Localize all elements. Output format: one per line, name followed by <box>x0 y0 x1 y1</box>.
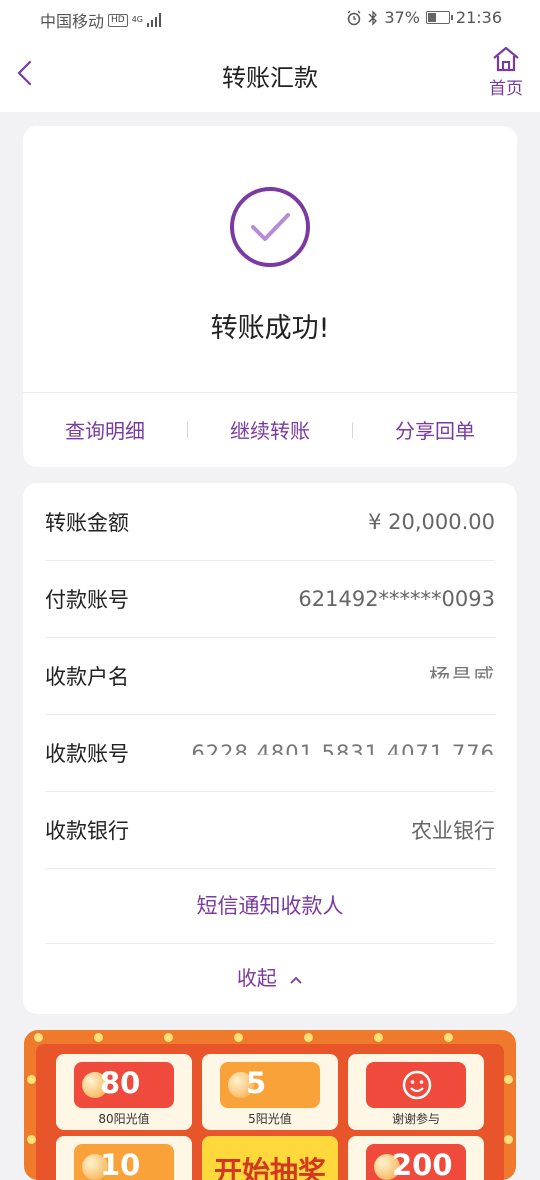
prize-tile: 200 <box>348 1136 484 1180</box>
lottery-panel: 80 80阳光值 5 5阳光值 谢谢参与 10 开始抽奖 200 <box>24 1030 516 1180</box>
decor-dot <box>304 1033 313 1042</box>
row-value: 农业银行 <box>411 818 495 843</box>
row-label: 付款账号 <box>45 587 129 612</box>
result-card: 转账成功! 查询明细 继续转账 分享回单 <box>23 126 517 467</box>
sms-notify-link[interactable]: 短信通知收款人 <box>23 868 517 945</box>
prize-label: 谢谢参与 <box>391 1112 440 1126</box>
detail-row-payee-bank: 收款银行 农业银行 <box>45 791 495 869</box>
prize-tile: 5 5阳光值 <box>202 1054 338 1130</box>
detail-row-amount: 转账金额 ¥ 20,000.00 <box>45 483 495 561</box>
home-icon <box>493 46 519 72</box>
detail-row-payee-name: 收款户名 杨昌威 <box>45 637 495 715</box>
collapse-button[interactable]: 收起 <box>23 943 517 1014</box>
decor-dot <box>234 1033 243 1042</box>
clock: 21:36 <box>455 8 502 27</box>
home-label: 首页 <box>489 79 523 99</box>
prize-label: 5阳光值 <box>248 1112 292 1126</box>
decor-dot <box>164 1033 173 1042</box>
prize-amount: 10 <box>100 1148 141 1180</box>
prize-ticket: 80 <box>74 1062 174 1108</box>
success-title: 转账成功! <box>210 313 330 344</box>
prize-ticket: 10 <box>74 1144 174 1180</box>
prize-amount: 200 <box>392 1148 453 1180</box>
bluetooth-icon <box>368 9 378 26</box>
row-label: 收款账号 <box>45 741 129 766</box>
detail-row-payer-account: 付款账号 621492******0093 <box>45 560 495 638</box>
battery-icon <box>425 11 453 24</box>
decor-dot <box>27 1075 36 1084</box>
row-label: 收款银行 <box>45 818 129 843</box>
carrier-name: 中国移动 <box>40 12 105 31</box>
status-right: 37% 21:36 <box>346 8 502 27</box>
chevron-up-icon <box>290 976 302 984</box>
page-title: 转账汇款 <box>222 64 318 92</box>
prize-amount: 80 <box>100 1066 141 1100</box>
row-value: 621492******0093 <box>298 586 495 611</box>
continue-transfer-button[interactable]: 继续转账 <box>188 415 352 444</box>
row-value: 杨昌威 <box>429 664 495 689</box>
home-button[interactable]: 首页 <box>486 46 526 99</box>
prize-ticket <box>366 1062 466 1108</box>
start-lottery-label: 开始抽奖 <box>213 1155 326 1180</box>
prize-tile: 80 80阳光值 <box>56 1054 192 1130</box>
network-type: 4G <box>131 15 144 24</box>
check-circle-icon <box>230 187 310 267</box>
hd-badge: HD <box>108 13 128 27</box>
collapse-label: 收起 <box>236 966 277 990</box>
prize-ticket: 200 <box>366 1144 466 1180</box>
details-card: 转账金额 ¥ 20,000.00 付款账号 621492******0093 收… <box>23 483 517 1014</box>
smiley-icon <box>402 1070 432 1100</box>
decor-dot <box>444 1033 453 1042</box>
decor-dot <box>374 1033 383 1042</box>
decor-dot <box>27 1135 36 1144</box>
prize-ticket: 5 <box>220 1062 320 1108</box>
status-left: 中国移动 HD 4G <box>40 8 163 32</box>
row-label: 收款户名 <box>45 664 129 689</box>
row-value: ¥ 20,000.00 <box>368 509 495 534</box>
prize-label: 80阳光值 <box>98 1112 150 1126</box>
nav-bar: 转账汇款 首页 <box>0 38 540 112</box>
query-details-button[interactable]: 查询明细 <box>23 415 187 444</box>
status-bar: 中国移动 HD 4G 37% 21:36 <box>0 0 540 38</box>
row-label: 转账金额 <box>45 510 129 535</box>
detail-row-payee-account: 收款账号 6228 4801 5831 4071 776 <box>45 714 495 792</box>
decor-dot <box>504 1135 513 1144</box>
prize-tile: 10 <box>56 1136 192 1180</box>
decor-dot <box>34 1033 43 1042</box>
lottery-board: 80 80阳光值 5 5阳光值 谢谢参与 10 开始抽奖 200 <box>36 1044 504 1180</box>
result-actions: 查询明细 继续转账 分享回单 <box>23 392 517 467</box>
start-lottery-button[interactable]: 开始抽奖 <box>202 1136 338 1180</box>
decor-dot <box>94 1033 103 1042</box>
prize-amount: 5 <box>246 1066 267 1100</box>
share-receipt-button[interactable]: 分享回单 <box>353 415 517 444</box>
row-value: 6228 4801 5831 4071 776 <box>191 740 495 765</box>
prize-tile: 谢谢参与 <box>348 1054 484 1130</box>
alarm-icon <box>347 10 361 25</box>
decor-dot <box>504 1075 513 1084</box>
signal-icon <box>147 13 162 27</box>
battery-percent: 37% <box>384 8 420 27</box>
